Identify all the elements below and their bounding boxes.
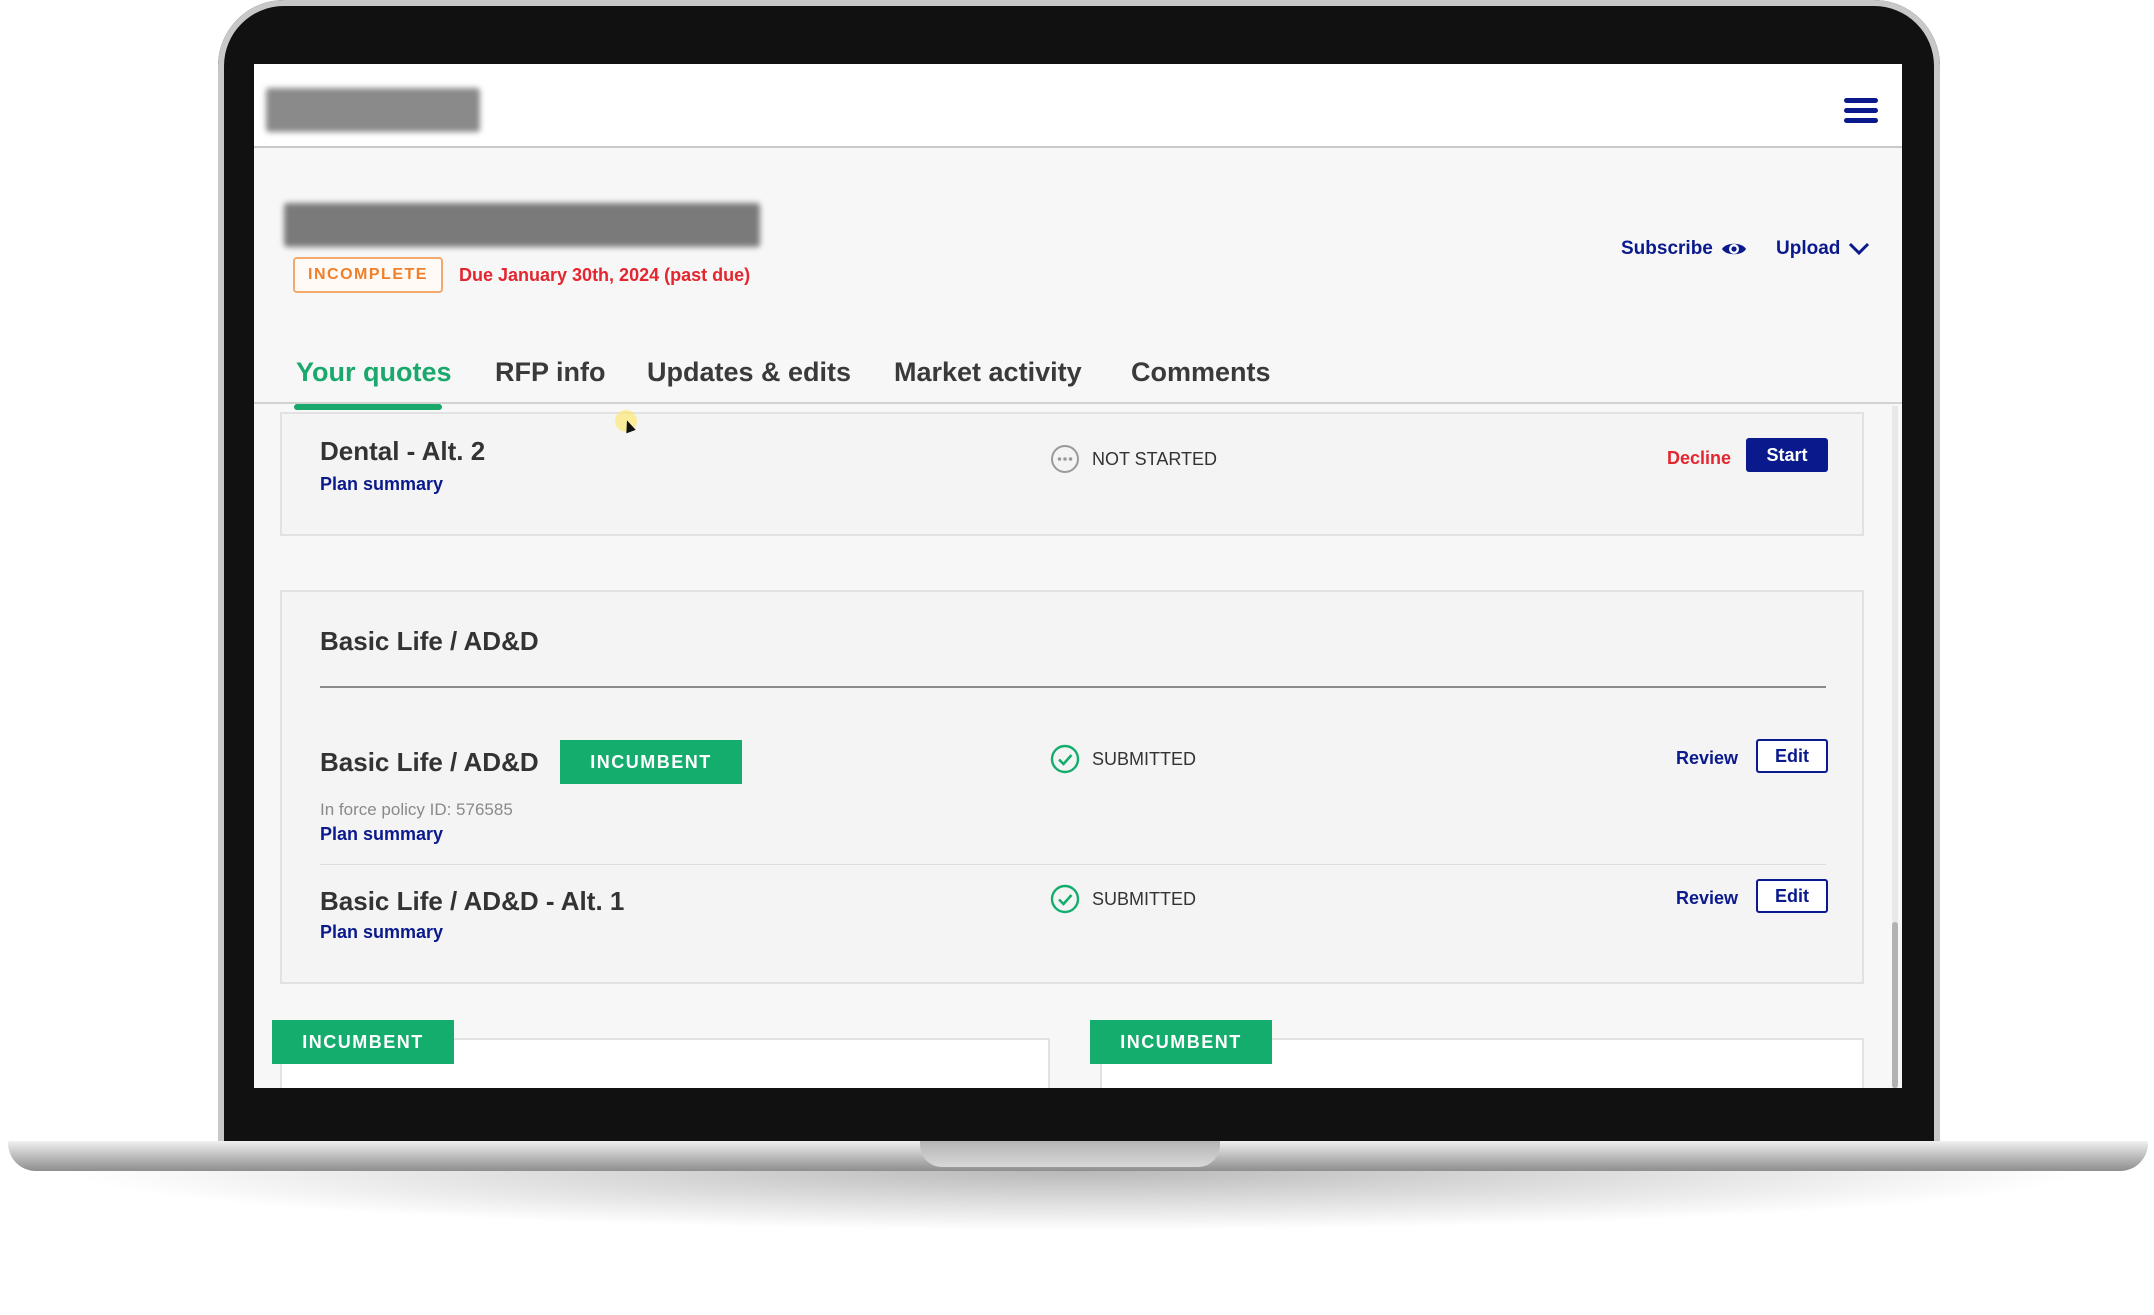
plan-title: Basic Life / AD&D - Alt. 1 xyxy=(320,886,625,916)
subscribe-label: Subscribe xyxy=(1621,238,1713,259)
incumbent-tag: INCUMBENT xyxy=(1090,1020,1272,1064)
hamburger-menu-icon[interactable] xyxy=(1844,98,1878,124)
eye-icon xyxy=(1721,243,1746,255)
quote-status: SUBMITTED xyxy=(1050,744,1196,774)
laptop-notch xyxy=(920,1141,1220,1167)
start-button[interactable]: Start xyxy=(1746,438,1828,472)
upload-label: Upload xyxy=(1776,238,1841,259)
review-button[interactable]: Review xyxy=(1676,748,1738,769)
section-title: Basic Life / AD&D xyxy=(320,626,539,656)
basic-life-card: Basic Life / AD&D Basic Life / AD&D INCU… xyxy=(280,590,1864,984)
status-label: SUBMITTED xyxy=(1092,748,1197,769)
status-label: SUBMITTED xyxy=(1092,888,1197,909)
plan-summary-link[interactable]: Plan summary xyxy=(320,922,443,943)
check-circle-icon xyxy=(1050,884,1080,914)
plan-title: Dental - Alt. 2 xyxy=(320,436,486,466)
row-divider xyxy=(320,864,1826,865)
laptop-shadow xyxy=(60,1171,2094,1231)
quote-status: NOT STARTED xyxy=(1050,444,1217,474)
tab-your-quotes[interactable]: Your quotes xyxy=(296,354,452,402)
review-button[interactable]: Review xyxy=(1676,888,1738,909)
plan-title: Basic Life / AD&D xyxy=(320,747,539,777)
edit-button[interactable]: Edit xyxy=(1756,879,1828,913)
plan-summary-link[interactable]: Plan summary xyxy=(320,824,443,845)
tab-rfp-info[interactable]: RFP info xyxy=(495,354,606,402)
subscribe-button[interactable]: Subscribe xyxy=(1621,238,1747,260)
upload-dropdown[interactable]: Upload xyxy=(1776,238,1870,260)
chevron-down-icon xyxy=(1849,242,1870,256)
tab-comments[interactable]: Comments xyxy=(1131,354,1271,402)
check-circle-icon xyxy=(1050,744,1080,774)
incumbent-tag: INCUMBENT xyxy=(560,740,742,784)
tab-market-activity[interactable]: Market activity xyxy=(894,354,1082,402)
policy-id: In force policy ID: 576585 xyxy=(320,800,513,819)
top-bar xyxy=(254,64,1902,148)
tab-updates-edits[interactable]: Updates & edits xyxy=(647,354,851,402)
status-label: NOT STARTED xyxy=(1092,448,1218,469)
scrollbar-thumb[interactable] xyxy=(1892,922,1898,1088)
active-tab-indicator xyxy=(294,404,442,410)
quote-status: SUBMITTED xyxy=(1050,884,1196,914)
decline-button[interactable]: Decline xyxy=(1667,448,1731,469)
edit-button[interactable]: Edit xyxy=(1756,739,1828,773)
status-badge: INCOMPLETE xyxy=(293,257,443,293)
dental-alt2-card: Dental - Alt. 2 Plan summary NOT STARTED… xyxy=(280,412,1864,536)
due-date: Due January 30th, 2024 (past due) xyxy=(459,265,751,285)
page-title xyxy=(284,203,760,247)
section-divider xyxy=(320,686,1826,688)
incumbent-tag: INCUMBENT xyxy=(272,1020,454,1064)
app-screen: INCOMPLETE Due January 30th, 2024 (past … xyxy=(254,64,1902,1088)
plan-summary-link[interactable]: Plan summary xyxy=(320,474,443,495)
tab-bar: Your quotes RFP info Updates & edits Mar… xyxy=(254,354,1902,404)
not-started-icon xyxy=(1051,445,1079,473)
logo xyxy=(266,88,480,132)
